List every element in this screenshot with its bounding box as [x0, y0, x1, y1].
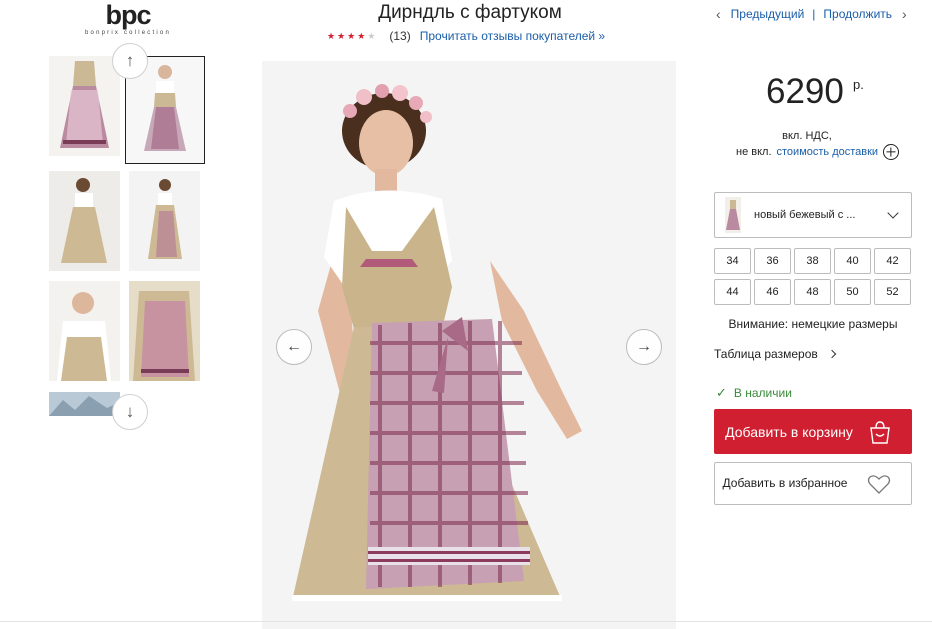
landscape-image	[49, 392, 120, 416]
product-navigation: ‹ Предыдущий | Продолжить ›	[716, 6, 907, 22]
gallery-scroll-down-button[interactable]: ↓	[112, 394, 148, 430]
size-table-label: Таблица размеров	[714, 347, 818, 361]
size-note: Внимание: немецкие размеры	[728, 317, 898, 331]
add-to-cart-label: Добавить в корзину	[725, 423, 853, 440]
size-option[interactable]: 36	[754, 248, 791, 274]
image-prev-button[interactable]: ←	[276, 329, 312, 365]
delivery-cost-link[interactable]: стоимость доставки	[777, 146, 879, 158]
size-option[interactable]: 44	[714, 279, 751, 305]
arrow-right-icon: →	[636, 338, 652, 355]
selected-color-label: новый бежевый с ...	[754, 209, 856, 221]
delivery-cost-row: не вкл. стоимость доставки	[736, 144, 900, 160]
arrow-left-icon: ←	[286, 338, 302, 355]
check-icon: ✓	[716, 385, 727, 400]
logo-text: bpc	[105, 0, 151, 30]
read-reviews-link[interactable]: Прочитать отзывы покупателей »	[420, 29, 605, 43]
add-to-cart-button[interactable]: Добавить в корзину	[714, 409, 912, 454]
product-price: 6290	[766, 72, 844, 111]
add-to-favorites-button[interactable]: Добавить в избранное	[714, 462, 912, 505]
model-side-image	[129, 171, 200, 271]
size-option[interactable]: 46	[754, 279, 791, 305]
gallery-thumbnail-3[interactable]	[49, 171, 120, 271]
star-empty-icon: ★	[367, 30, 376, 41]
gallery-thumbnail-7[interactable]	[49, 392, 120, 416]
previous-product-link[interactable]: Предыдущий	[731, 7, 805, 21]
star-icon: ★	[347, 30, 356, 41]
star-icon: ★	[337, 30, 346, 41]
model-closeup-image	[49, 281, 120, 381]
model-back-image	[49, 171, 120, 271]
gallery-thumbnail-5[interactable]	[49, 281, 120, 381]
apron-detail-image	[129, 281, 200, 381]
shopping-bag-icon	[870, 420, 890, 444]
size-option[interactable]: 50	[834, 279, 871, 305]
product-title: Дирндль с фартуком	[378, 2, 562, 23]
chevron-down-icon	[887, 207, 899, 219]
size-option[interactable]: 48	[794, 279, 831, 305]
review-count: (13)	[389, 29, 411, 43]
price-currency: р.	[853, 77, 864, 92]
gallery-thumbnail-1[interactable]	[49, 56, 120, 156]
size-option[interactable]: 38	[794, 248, 831, 274]
chevron-left-icon[interactable]: ‹	[716, 6, 721, 22]
arrow-down-icon: ↓	[125, 402, 135, 421]
arrow-up-icon: ↑	[125, 51, 135, 70]
chevron-right-icon[interactable]: ›	[902, 6, 907, 22]
bottom-divider	[0, 621, 932, 622]
dress-flatlay-image	[49, 56, 120, 156]
model-wearing-dirndl-image	[262, 61, 676, 629]
chevron-right-icon	[827, 349, 836, 359]
add-to-favorites-label: Добавить в избранное	[722, 476, 848, 490]
gallery-thumbnail-6[interactable]	[129, 281, 200, 381]
brand-logo[interactable]: bpc bonprix collection	[78, 0, 178, 37]
delivery-prefix: не вкл.	[736, 146, 772, 158]
star-icon: ★	[357, 30, 366, 41]
gallery-scroll-up-button[interactable]: ↑	[112, 43, 148, 79]
rating-stars: ★ ★ ★ ★ ★	[327, 31, 375, 42]
gallery-thumbnail-4[interactable]	[129, 171, 200, 271]
color-swatch-image	[725, 197, 741, 233]
logo-subtext: bonprix collection	[85, 30, 171, 36]
image-next-button[interactable]: →	[626, 329, 662, 365]
star-icon: ★	[327, 30, 336, 41]
color-dropdown[interactable]: новый бежевый с ...	[714, 192, 912, 238]
size-table-link[interactable]: Таблица размеров	[714, 347, 836, 361]
vat-note: вкл. НДС,	[782, 130, 832, 142]
next-product-link[interactable]: Продолжить	[823, 7, 892, 21]
size-option[interactable]: 42	[874, 248, 911, 274]
stock-status: ✓ В наличии	[716, 385, 792, 401]
heart-icon	[867, 474, 891, 494]
main-product-image	[262, 61, 676, 629]
stock-status-label: В наличии	[733, 386, 792, 400]
nav-separator: |	[812, 7, 816, 21]
rating-row: ★ ★ ★ ★ ★ (13) Прочитать отзывы покупате…	[327, 29, 605, 43]
plus-circle-icon[interactable]	[883, 144, 900, 160]
size-option[interactable]: 52	[874, 279, 911, 305]
size-option[interactable]: 40	[834, 248, 871, 274]
size-options: 34 36 38 40 42 44 46 48 50 52	[714, 248, 912, 305]
size-option[interactable]: 34	[714, 248, 751, 274]
